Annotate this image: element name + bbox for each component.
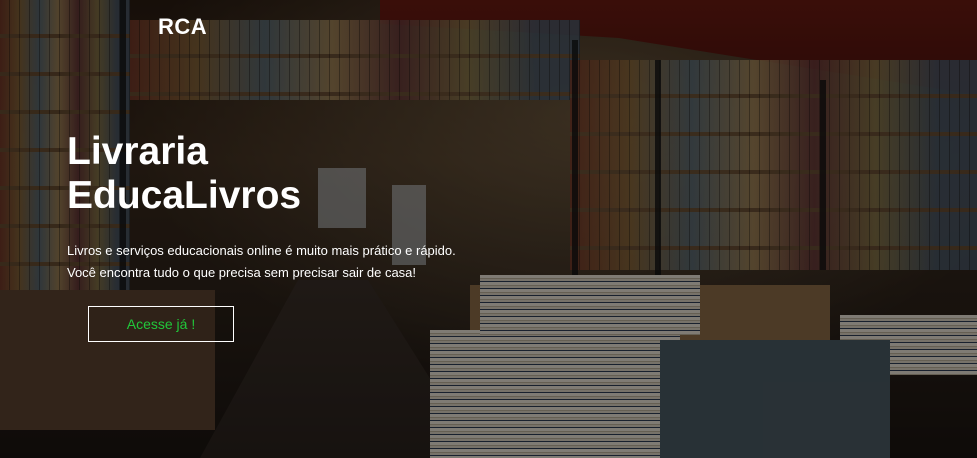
hero-subtitle: Você encontra tudo o que precisa sem pre…: [67, 265, 417, 280]
brand-logo[interactable]: RCA: [158, 14, 207, 40]
title-line: Livraria: [67, 130, 208, 173]
page-title: Livraria EducaLivros: [67, 130, 487, 218]
hero-subtitle: Livros e serviços educacionais online é …: [67, 243, 456, 258]
title-line: EducaLivros: [67, 174, 302, 217]
dark-overlay: [0, 0, 977, 458]
access-button[interactable]: Acesse já !: [88, 306, 234, 342]
